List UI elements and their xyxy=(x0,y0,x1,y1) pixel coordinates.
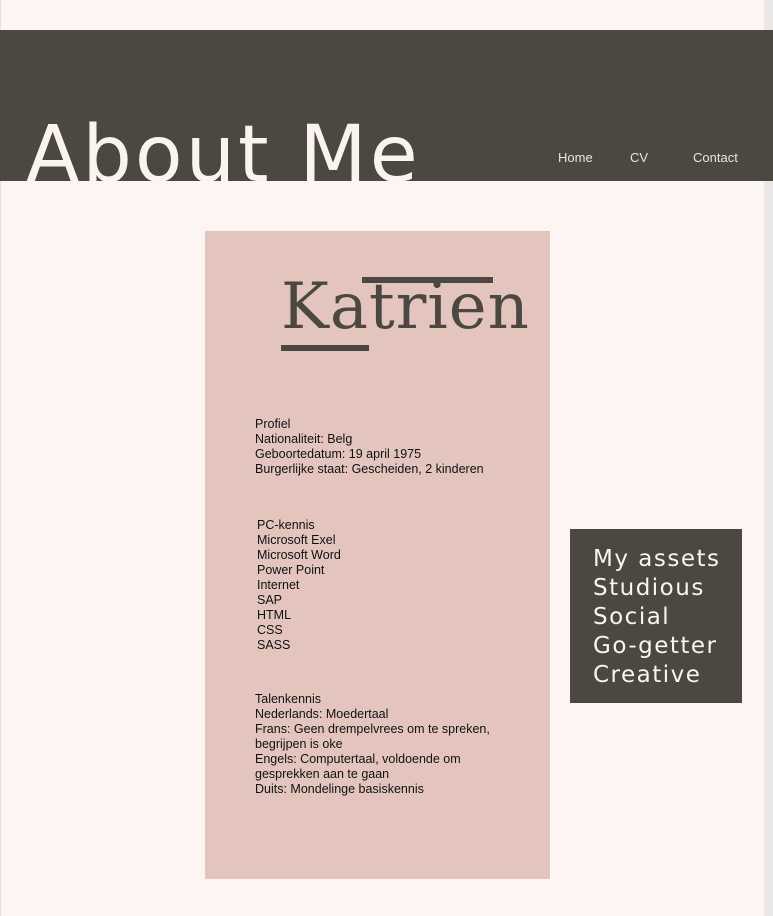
pc-skill-item: HTML xyxy=(257,608,292,622)
page-title: About Me xyxy=(26,110,421,181)
asset-item: Go-getter xyxy=(593,633,718,659)
pc-skill-item: SASS xyxy=(257,638,291,652)
asset-item: Creative xyxy=(593,662,702,688)
pc-skill-item: Microsoft Word xyxy=(257,548,341,562)
assets-heading: My assets xyxy=(593,546,721,572)
pc-skill-item: CSS xyxy=(257,623,283,637)
name-decor-bar-bottom xyxy=(281,345,369,351)
header-banner: About Me Home CV Contact xyxy=(0,30,773,181)
pc-skill-item: Microsoft Exel xyxy=(257,533,336,547)
pc-skills-section: PC-kennis Microsoft Exel Microsoft Word … xyxy=(257,518,341,653)
pc-skill-item: Power Point xyxy=(257,563,325,577)
language-item: Engels: Computertaal, voldoende om gespr… xyxy=(255,752,461,781)
languages-section: Talenkennis Nederlands: Moedertaal Frans… xyxy=(255,692,505,797)
pc-skill-item: SAP xyxy=(257,593,283,607)
languages-heading: Talenkennis xyxy=(255,692,322,706)
nav-cv-link[interactable]: CV xyxy=(630,150,648,165)
profile-line: Geboortedatum: 19 april 1975 xyxy=(255,447,422,461)
asset-item: Studious xyxy=(593,575,705,601)
language-item: Nederlands: Moedertaal xyxy=(255,707,389,721)
pc-skills-heading: PC-kennis xyxy=(257,518,315,532)
profile-line: Burgerlijke staat: Gescheiden, 2 kindere… xyxy=(255,462,484,476)
profile-line: Nationaliteit: Belg xyxy=(255,432,353,446)
cv-card: Katrien Profiel Nationaliteit: Belg Gebo… xyxy=(205,231,550,879)
profile-section: Profiel Nationaliteit: Belg Geboortedatu… xyxy=(255,417,484,477)
pc-skill-item: Internet xyxy=(257,578,300,592)
asset-item: Social xyxy=(593,604,671,630)
language-item: Duits: Mondelinge basiskennis xyxy=(255,782,424,796)
page: About Me Home CV Contact Katrien Profiel… xyxy=(0,0,773,916)
profile-heading: Profiel xyxy=(255,417,291,431)
assets-box: My assets Studious Social Go-getter Crea… xyxy=(570,529,742,703)
name-logo: Katrien xyxy=(281,270,529,356)
person-name: Katrien xyxy=(281,270,530,344)
language-item: Frans: Geen drempelvrees om te spreken, … xyxy=(255,722,490,751)
assets-list: My assets Studious Social Go-getter Crea… xyxy=(593,545,720,690)
nav-home-link[interactable]: Home xyxy=(558,150,593,165)
nav-contact-link[interactable]: Contact xyxy=(693,150,738,165)
